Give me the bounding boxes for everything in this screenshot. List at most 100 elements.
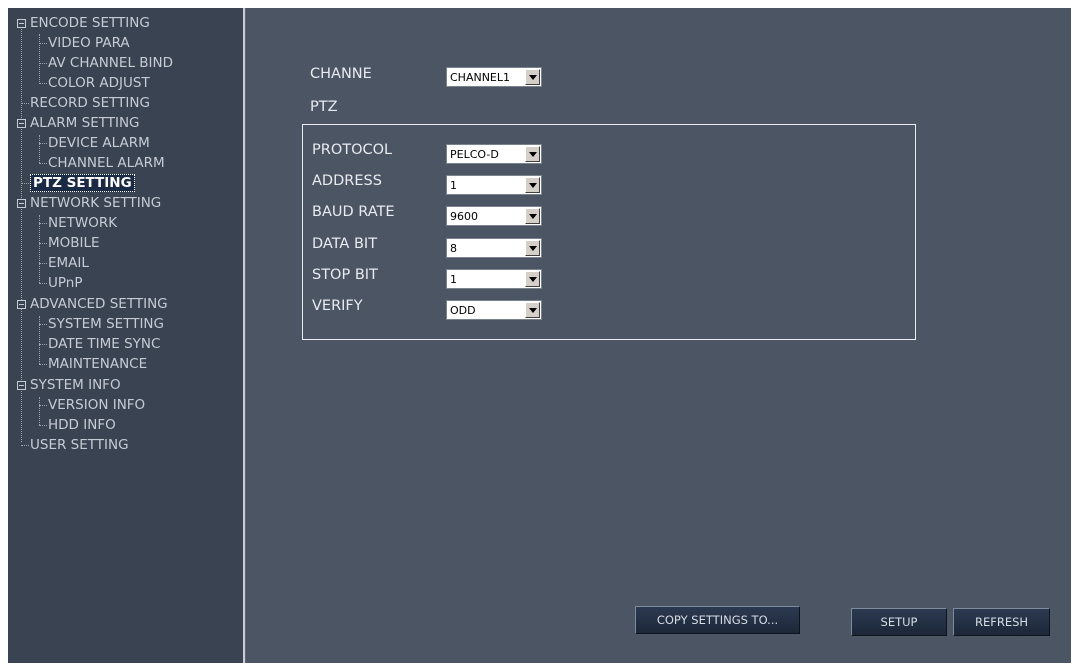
tree-item-label: RECORD SETTING (30, 95, 150, 111)
tree-item-network[interactable]: NETWORK (48, 213, 117, 233)
tree-connector (39, 344, 47, 345)
tree-item-label: EMAIL (48, 255, 89, 271)
chevron-down-icon[interactable] (525, 208, 540, 224)
tree-item-label: MOBILE (48, 235, 100, 251)
protocol-label: PROTOCOL (312, 142, 393, 158)
tree-item-maintenance[interactable]: MAINTENANCE (48, 354, 147, 374)
tree-item-mobile[interactable]: MOBILE (48, 233, 100, 253)
chevron-down-icon[interactable] (525, 69, 540, 85)
tree-item-encode-setting[interactable]: ENCODE SETTING (30, 13, 150, 33)
collapse-icon[interactable] (17, 300, 26, 309)
tree-item-network-setting[interactable]: NETWORK SETTING (30, 193, 161, 213)
protocol-select-value: PELCO-D (450, 148, 499, 161)
address-label: ADDRESS (312, 173, 382, 189)
data-bit-select-value: 8 (450, 242, 457, 255)
baud-rate-label: BAUD RATE (312, 204, 395, 220)
tree-connector (39, 283, 47, 284)
tree-item-alarm-setting[interactable]: ALARM SETTING (30, 113, 140, 133)
tree-item-version-info[interactable]: VERSION INFO (48, 395, 145, 415)
protocol-select[interactable]: PELCO-D (446, 144, 542, 164)
chevron-down-icon[interactable] (525, 177, 540, 193)
channel-select[interactable]: CHANNEL1 (446, 67, 542, 87)
stop-bit-select[interactable]: 1 (446, 269, 542, 289)
tree-connector (39, 364, 47, 365)
tree-connector (21, 183, 29, 184)
tree-item-label: AV CHANNEL BIND (48, 55, 173, 71)
tree-connector (39, 135, 40, 163)
tree-connector (39, 243, 47, 244)
tree-item-label: DATE TIME SYNC (48, 336, 161, 352)
stop-bit-label: STOP BIT (312, 267, 378, 283)
collapse-icon[interactable] (17, 19, 26, 28)
chevron-down-icon[interactable] (525, 240, 540, 256)
tree-item-label: NETWORK SETTING (30, 195, 162, 211)
tree-item-hdd-info[interactable]: HDD INFO (48, 415, 116, 435)
tree-item-ptz-setting[interactable]: PTZ SETTING (30, 173, 135, 193)
ptz-title: PTZ (310, 99, 338, 115)
setup-button[interactable]: SETUP (851, 608, 947, 636)
collapse-icon[interactable] (17, 199, 26, 208)
chevron-down-icon[interactable] (525, 302, 540, 318)
tree-item-label: UPnP (48, 275, 83, 291)
tree-item-color-adjust[interactable]: COLOR ADJUST (48, 73, 150, 93)
tree-connector (39, 43, 47, 44)
chevron-down-icon[interactable] (525, 271, 540, 287)
tree-item-email[interactable]: EMAIL (48, 253, 89, 273)
data-bit-select[interactable]: 8 (446, 238, 542, 258)
stop-bit-select-value: 1 (450, 273, 457, 286)
tree-connector (39, 405, 47, 406)
verify-select[interactable]: ODD (446, 300, 542, 320)
tree-item-record-setting[interactable]: RECORD SETTING (30, 93, 150, 113)
tree-item-label: VERSION INFO (48, 397, 146, 413)
tree-connector (39, 163, 47, 164)
settings-window: ENCODE SETTING VIDEO PARA AV CHANNEL BIN… (8, 8, 1071, 663)
collapse-icon[interactable] (17, 119, 26, 128)
tree-connector (21, 445, 29, 446)
tree-connector (39, 63, 47, 64)
tree-item-channel-alarm[interactable]: CHANNEL ALARM (48, 153, 165, 173)
verify-label: VERIFY (312, 298, 363, 314)
tree-item-label: SYSTEM SETTING (48, 316, 164, 332)
tree-item-label: USER SETTING (30, 437, 129, 453)
tree-connector (39, 223, 47, 224)
baud-rate-select[interactable]: 9600 (446, 206, 542, 226)
tree-connector (39, 34, 40, 82)
channel-label: CHANNE (310, 66, 372, 82)
tree-item-label: ENCODE SETTING (30, 15, 150, 31)
tree-connector (39, 425, 47, 426)
chevron-down-icon[interactable] (525, 146, 540, 162)
refresh-button[interactable]: REFRESH (953, 608, 1050, 636)
tree-item-system-setting[interactable]: SYSTEM SETTING (48, 314, 164, 334)
tree-item-system-info[interactable]: SYSTEM INFO (30, 375, 121, 395)
data-bit-label: DATA BIT (312, 236, 378, 252)
tree-item-label: COLOR ADJUST (48, 75, 150, 91)
verify-select-value: ODD (450, 304, 476, 317)
tree-item-advanced-setting[interactable]: ADVANCED SETTING (30, 294, 168, 314)
divider (245, 8, 246, 663)
tree-connector (39, 324, 47, 325)
tree-item-device-alarm[interactable]: DEVICE ALARM (48, 133, 150, 153)
collapse-icon[interactable] (17, 381, 26, 390)
tree-connector (39, 143, 47, 144)
ptz-settings-group (302, 124, 916, 340)
tree-item-av-channel-bind[interactable]: AV CHANNEL BIND (48, 53, 173, 73)
tree-item-label: CHANNEL ALARM (48, 155, 165, 171)
address-select[interactable]: 1 (446, 175, 542, 195)
tree-connector (39, 215, 40, 283)
tree-item-upnp[interactable]: UPnP (48, 273, 82, 293)
settings-tree[interactable]: ENCODE SETTING VIDEO PARA AV CHANNEL BIN… (8, 8, 245, 663)
tree-item-label: NETWORK (48, 215, 118, 231)
tree-item-label: VIDEO PARA (48, 35, 130, 51)
tree-item-label: HDD INFO (48, 417, 116, 433)
tree-connector (39, 83, 47, 84)
tree-item-user-setting[interactable]: USER SETTING (30, 435, 129, 455)
baud-rate-select-value: 9600 (450, 210, 478, 223)
tree-item-video-para[interactable]: VIDEO PARA (48, 33, 130, 53)
copy-settings-button[interactable]: COPY SETTINGS TO... (635, 606, 800, 634)
tree-item-date-time-sync[interactable]: DATE TIME SYNC (48, 334, 160, 354)
channel-select-value: CHANNEL1 (450, 71, 511, 84)
tree-item-label: ADVANCED SETTING (30, 296, 168, 312)
tree-item-label: SYSTEM INFO (30, 377, 121, 393)
tree-connector (21, 22, 22, 442)
tree-item-label: ALARM SETTING (30, 115, 140, 131)
